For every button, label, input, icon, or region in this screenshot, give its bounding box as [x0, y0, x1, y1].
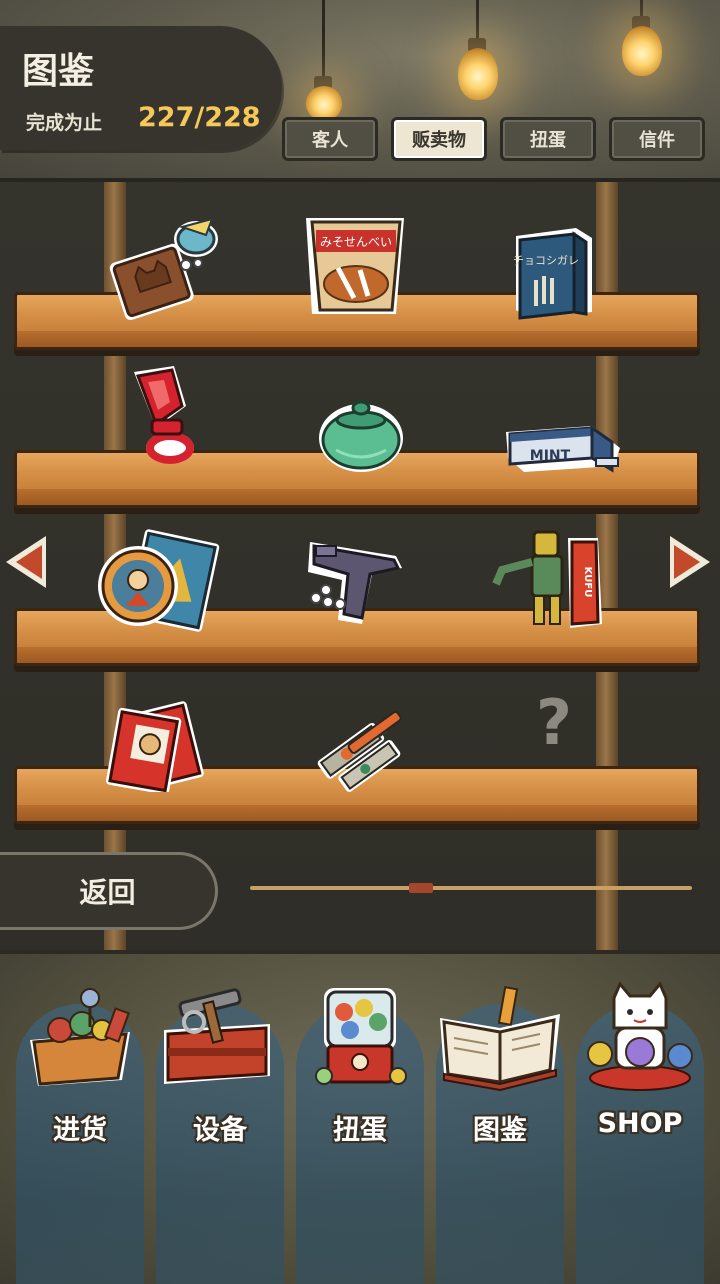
book-icon	[440, 986, 560, 1092]
nav-shop-button[interactable]: SHOP	[570, 978, 710, 1158]
hero-card-icon[interactable]	[96, 528, 224, 632]
robot-figure-box-icon[interactable]: KUFU	[490, 522, 610, 634]
mint-gum-icon[interactable]: MINT	[504, 418, 622, 476]
light-bulb-icon	[622, 26, 662, 76]
tab-merchandise[interactable]: 贩卖物	[391, 117, 487, 161]
tab-letters[interactable]: 信件	[609, 117, 705, 161]
light-bulb-icon	[306, 86, 342, 120]
page-slider-thumb[interactable]	[408, 883, 433, 893]
card-pack-icon[interactable]	[104, 700, 216, 792]
green-jar-icon[interactable]	[318, 394, 404, 472]
nav-label: 扭蛋	[333, 1115, 387, 1146]
progress-count: 227/228	[138, 102, 261, 133]
back-button[interactable]: 返回	[0, 852, 218, 930]
stock-basket-icon	[30, 988, 130, 1086]
rice-cracker-bag-icon[interactable]: みそせんべい	[302, 210, 408, 316]
box-text: KUFU	[582, 567, 593, 598]
toy-pistol-icon[interactable]	[302, 530, 422, 634]
nav-label: 图鉴	[473, 1115, 527, 1146]
chocolate-cat-icon[interactable]	[100, 205, 230, 320]
tab-guests[interactable]: 客人	[282, 117, 378, 161]
chevron-left-icon[interactable]	[6, 536, 46, 588]
lucky-cat-icon	[587, 981, 693, 1091]
nav-label: 设备	[193, 1115, 247, 1146]
unknown-item-icon[interactable]: ?	[536, 686, 572, 759]
nav-label: 进货	[53, 1115, 107, 1146]
nav-equipment-button[interactable]: 设备	[150, 978, 290, 1158]
page-title: 图鉴	[22, 51, 95, 92]
choco-cigarette-box-icon[interactable]: チョコシガレ	[512, 224, 596, 320]
paint-tubes-icon[interactable]	[306, 704, 414, 792]
ring-candy-icon[interactable]	[118, 362, 206, 472]
progress-label: 完成为止	[26, 112, 103, 134]
chevron-right-icon[interactable]	[670, 536, 710, 588]
tab-gacha[interactable]: 扭蛋	[500, 117, 596, 161]
box-text: チョコシガレ	[513, 254, 579, 267]
nav-stock-button[interactable]: 进货	[10, 978, 150, 1158]
nav-catalog-button[interactable]: 图鉴	[430, 978, 570, 1158]
nav-label: SHOP	[597, 1108, 683, 1139]
bag-text: みそせんべい	[320, 235, 392, 249]
page-slider-track[interactable]	[250, 886, 692, 890]
gacha-machine-icon	[315, 988, 407, 1085]
gum-text: MINT	[530, 448, 571, 464]
toolbox-icon	[164, 988, 270, 1084]
nav-gacha-button[interactable]: 扭蛋	[290, 978, 430, 1158]
light-bulb-icon	[458, 48, 498, 100]
title-badge: 图鉴 完成为止 227/228	[0, 26, 282, 150]
